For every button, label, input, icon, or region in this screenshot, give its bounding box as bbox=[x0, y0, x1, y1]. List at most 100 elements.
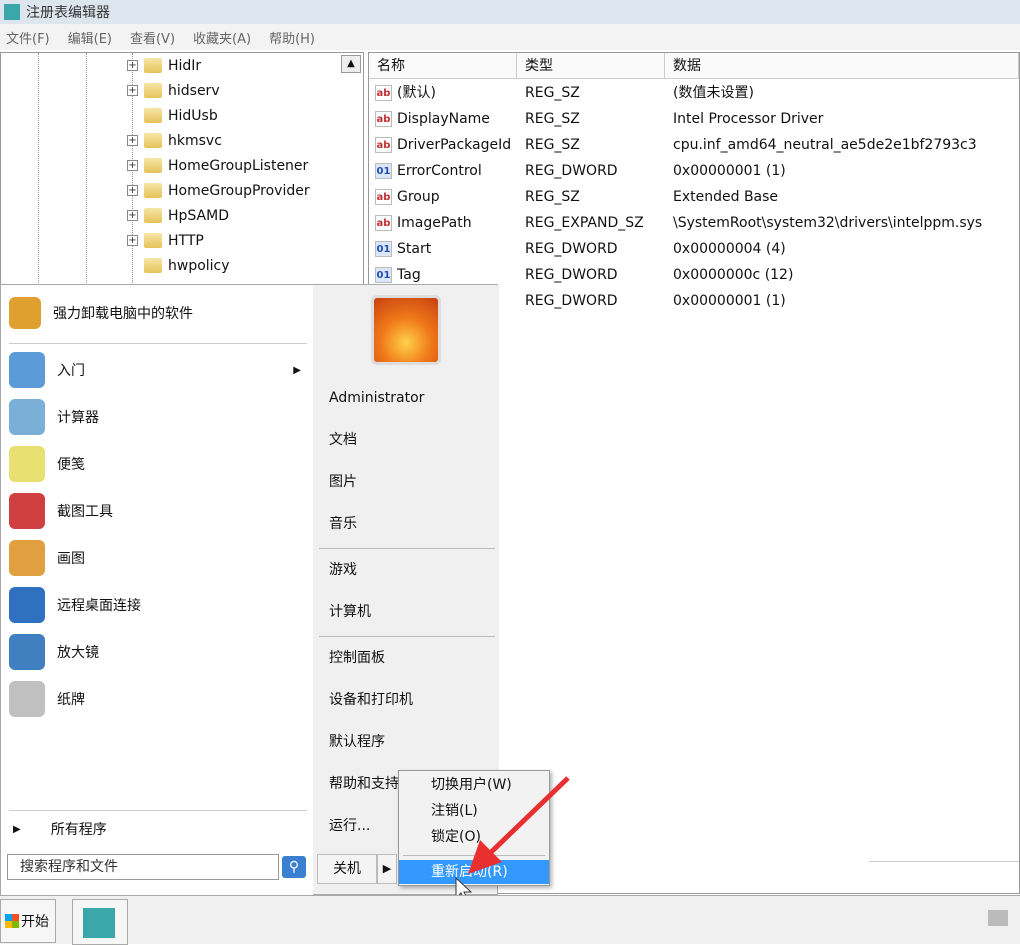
expand-icon[interactable]: + bbox=[127, 235, 138, 246]
value-name: DriverPackageId bbox=[397, 137, 512, 153]
program-label: 计算器 bbox=[57, 410, 99, 426]
string-value-icon: ab bbox=[375, 137, 392, 153]
start-right-item[interactable]: 帮助和支持 bbox=[329, 769, 399, 799]
keyboard-icon[interactable] bbox=[988, 910, 1008, 926]
expand-icon[interactable]: + bbox=[127, 60, 138, 71]
tree-node[interactable]: + HomeGroupProvider bbox=[127, 178, 310, 203]
value-row[interactable]: ab ImagePath REG_EXPAND_SZ \SystemRoot\syst… bbox=[369, 210, 1019, 236]
value-data: \SystemRoot\system32\drivers\intelppm.sy… bbox=[673, 215, 983, 231]
tree-node[interactable]: + HpSAMD bbox=[127, 203, 229, 228]
program-label: 便笺 bbox=[57, 457, 85, 473]
annotation-arrow bbox=[455, 776, 570, 900]
value-row[interactable]: ab DriverPackageId REG_SZ cpu.inf_amd64_neu… bbox=[369, 132, 1019, 158]
column-name[interactable]: 名称 bbox=[369, 53, 517, 79]
value-name: Start bbox=[397, 241, 432, 257]
program-item[interactable]: 远程桌面连接 bbox=[9, 583, 309, 627]
binary-value-icon: 01 bbox=[375, 163, 392, 179]
expand-icon[interactable]: + bbox=[127, 85, 138, 96]
expand-icon[interactable]: + bbox=[127, 135, 138, 146]
start-right-item[interactable]: 控制面板 bbox=[329, 643, 385, 673]
start-right-item[interactable]: 游戏 bbox=[329, 555, 357, 585]
program-label: 入门 bbox=[57, 363, 85, 379]
folder-icon bbox=[144, 158, 162, 173]
expand-icon[interactable]: + bbox=[127, 210, 138, 221]
value-row[interactable]: ab DisplayName REG_SZ Intel Processor Drive… bbox=[369, 106, 1019, 132]
start-right-item[interactable]: Administrator bbox=[329, 383, 424, 413]
title-bar: 注册表编辑器 bbox=[0, 0, 1020, 24]
expand-icon[interactable]: + bbox=[127, 160, 138, 171]
value-type: REG_DWORD bbox=[525, 267, 618, 283]
pinned-uninstaller[interactable]: 强力卸载电脑中的软件 bbox=[9, 291, 309, 335]
value-name: ErrorControl bbox=[397, 163, 482, 179]
taskbar-regedit[interactable] bbox=[72, 899, 128, 945]
program-item[interactable]: 放大镜 bbox=[9, 630, 309, 674]
value-row[interactable]: ab (默认) REG_SZ (数值未设置) bbox=[369, 80, 1019, 106]
program-icon bbox=[9, 493, 45, 529]
user-avatar[interactable] bbox=[371, 295, 441, 365]
tree-node[interactable]: + HomeGroupListener bbox=[127, 153, 308, 178]
uninstaller-icon bbox=[9, 297, 41, 329]
menu-favorites[interactable]: 收藏夹(A) bbox=[193, 28, 251, 47]
menu-file[interactable]: 文件(F) bbox=[6, 28, 50, 47]
folder-icon bbox=[144, 183, 162, 198]
tree-node[interactable]: + HTTP bbox=[127, 228, 204, 253]
program-item[interactable]: 截图工具 bbox=[9, 489, 309, 533]
program-label: 放大镜 bbox=[57, 645, 99, 661]
program-item[interactable]: 画图 bbox=[9, 536, 309, 580]
search-icon[interactable]: ⚲ bbox=[282, 856, 306, 878]
string-value-icon: ab bbox=[375, 111, 392, 127]
search-input[interactable]: 搜索程序和文件 bbox=[7, 854, 279, 880]
value-type: REG_SZ bbox=[525, 85, 580, 101]
start-right-item[interactable]: 文档 bbox=[329, 425, 357, 455]
tree-node-label: HpSAMD bbox=[168, 207, 229, 224]
start-right-item[interactable]: 图片 bbox=[329, 467, 357, 497]
value-row[interactable]: 01 Start REG_DWORD 0x00000004 (4) bbox=[369, 236, 1019, 262]
program-item[interactable]: 便笺 bbox=[9, 442, 309, 486]
folder-icon bbox=[144, 258, 162, 273]
expand-icon[interactable]: + bbox=[127, 185, 138, 196]
tree-node-label: hidserv bbox=[168, 82, 220, 99]
tree-node[interactable]: HidUsb bbox=[127, 103, 218, 128]
tree-node[interactable]: + hidserv bbox=[127, 78, 220, 103]
menu-edit[interactable]: 编辑(E) bbox=[68, 28, 112, 47]
all-programs[interactable]: ▶ 所有程序 bbox=[13, 819, 107, 839]
window-title: 注册表编辑器 bbox=[26, 5, 110, 21]
value-name: (默认) bbox=[397, 85, 436, 101]
shutdown-button[interactable]: 关机 bbox=[317, 854, 377, 884]
tree-node-label: hwpolicy bbox=[168, 257, 230, 274]
column-data[interactable]: 数据 bbox=[665, 53, 1019, 79]
program-label: 画图 bbox=[57, 551, 85, 567]
column-type[interactable]: 类型 bbox=[517, 53, 665, 79]
start-button[interactable]: 开始 bbox=[0, 899, 56, 943]
tree-node[interactable]: hwpolicy bbox=[127, 253, 230, 278]
value-type: REG_SZ bbox=[525, 189, 580, 205]
binary-value-icon: 01 bbox=[375, 241, 392, 257]
start-right-item[interactable]: 计算机 bbox=[329, 597, 371, 627]
value-type: REG_DWORD bbox=[525, 163, 618, 179]
program-item[interactable]: 计算器 bbox=[9, 395, 309, 439]
value-row[interactable]: 01 ErrorControl REG_DWORD 0x00000001 (1) bbox=[369, 158, 1019, 184]
start-right-item[interactable]: 设备和打印机 bbox=[329, 685, 413, 715]
value-data: (数值未设置) bbox=[673, 85, 754, 101]
value-row[interactable]: ab Group REG_SZ Extended Base bbox=[369, 184, 1019, 210]
program-item[interactable]: 入门 ▶ bbox=[9, 348, 309, 392]
program-item[interactable]: 纸牌 bbox=[9, 677, 309, 721]
start-right-item[interactable]: 默认程序 bbox=[329, 727, 385, 757]
folder-icon bbox=[144, 108, 162, 123]
folder-icon bbox=[144, 233, 162, 248]
tree-node[interactable]: + HidIr bbox=[127, 53, 201, 78]
shutdown-options-arrow[interactable]: ▶ bbox=[377, 854, 397, 884]
registry-tree[interactable]: ▲ + HidIr + hidserv HidUsb + hkmsvc + HomeGroupL… bbox=[0, 52, 364, 292]
start-right-item[interactable]: 音乐 bbox=[329, 509, 357, 539]
program-icon bbox=[9, 587, 45, 623]
start-right-item[interactable]: 运行... bbox=[329, 811, 370, 841]
value-data: cpu.inf_amd64_neutral_ae5de2e1bf2793c3 bbox=[673, 137, 977, 153]
program-icon bbox=[9, 446, 45, 482]
menu-view[interactable]: 查看(V) bbox=[130, 28, 175, 47]
value-name: Group bbox=[397, 189, 440, 205]
tree-node[interactable]: + hkmsvc bbox=[127, 128, 222, 153]
scroll-up-button[interactable]: ▲ bbox=[341, 55, 361, 73]
all-programs-label: 所有程序 bbox=[50, 822, 107, 838]
program-label: 截图工具 bbox=[57, 504, 113, 520]
menu-help[interactable]: 帮助(H) bbox=[269, 28, 315, 47]
